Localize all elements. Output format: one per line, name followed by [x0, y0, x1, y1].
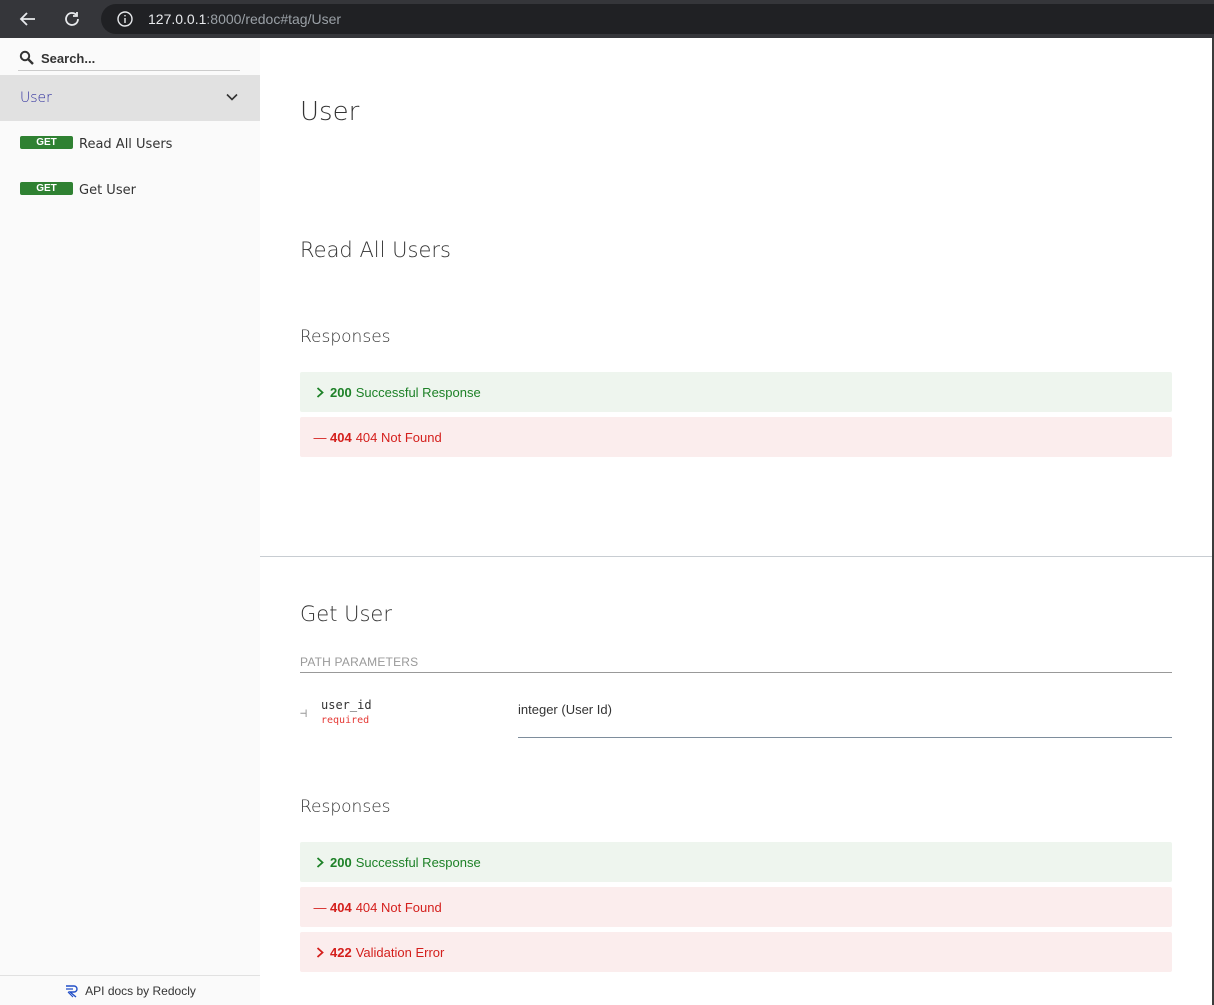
response-code: 200: [330, 384, 352, 400]
sidebar-item-read-all-users[interactable]: GET Read All Users: [0, 121, 260, 167]
section-divider: [260, 556, 1212, 557]
response-code: 200: [330, 854, 352, 870]
dash-marker: —: [313, 429, 327, 445]
get-badge: GET: [20, 136, 73, 149]
dash-marker: —: [313, 899, 327, 915]
operation-title: Get User: [300, 602, 392, 626]
redocly-logo-icon: [66, 984, 78, 998]
response-code: 422: [330, 944, 352, 960]
param-type: integer (User Id): [518, 702, 1172, 738]
response-text: 404 Not Found: [355, 429, 442, 445]
response-text: Successful Response: [355, 384, 481, 400]
response-404: — 404 404 Not Found: [300, 887, 1172, 927]
response-text: Validation Error: [355, 944, 445, 960]
sidebar-item-user[interactable]: User: [0, 75, 260, 121]
browser-toolbar: 127.0.0.1:8000/redoc#tag/User: [0, 0, 1214, 38]
back-icon[interactable]: [12, 3, 44, 35]
param-required: required: [321, 715, 370, 726]
redocly-footer-link[interactable]: API docs by Redocly: [0, 975, 260, 1005]
url-host: 127.0.0.1: [148, 11, 207, 27]
chevron-right-icon: [312, 856, 328, 868]
redocly-footer-text: API docs by Redocly: [85, 983, 196, 998]
param-tree-icon: ⊣: [300, 706, 308, 720]
response-200[interactable]: 200 Successful Response: [300, 372, 1172, 412]
response-code: 404: [330, 429, 352, 445]
sidebar-item-label: Get User: [79, 182, 136, 198]
get-badge: GET: [20, 182, 73, 195]
search-input[interactable]: [41, 50, 231, 66]
main-content: User Read All Users Responses 200 Succes…: [260, 38, 1212, 1005]
path-parameters-heading: PATH PARAMETERS: [300, 655, 1172, 673]
response-422[interactable]: 422 Validation Error: [300, 932, 1172, 972]
chevron-right-icon: [312, 946, 328, 958]
sidebar-item-label: Read All Users: [79, 136, 173, 152]
response-404: — 404 404 Not Found: [300, 417, 1172, 457]
tag-title: User: [300, 97, 360, 127]
responses-heading: Responses: [300, 797, 391, 817]
url-path: :8000/redoc#tag/User: [206, 11, 342, 27]
sidebar: User GET Read All Users GET Get User API…: [0, 38, 261, 1005]
chevron-down-icon: [226, 93, 238, 101]
search-icon: [19, 50, 34, 65]
site-info-icon[interactable]: [116, 10, 134, 28]
reload-icon[interactable]: [56, 3, 88, 35]
response-text: 404 Not Found: [355, 899, 442, 915]
responses-heading: Responses: [300, 327, 391, 347]
chevron-right-icon: [312, 386, 328, 398]
url-text: 127.0.0.1:8000/redoc#tag/User: [148, 11, 341, 27]
response-text: Successful Response: [355, 854, 481, 870]
sidebar-item-get-user[interactable]: GET Get User: [0, 167, 260, 213]
address-bar[interactable]: 127.0.0.1:8000/redoc#tag/User: [101, 4, 1214, 34]
sidebar-group-label: User: [20, 90, 52, 106]
operation-title: Read All Users: [300, 238, 451, 262]
param-name: user_id: [321, 698, 372, 712]
response-code: 404: [330, 899, 352, 915]
response-200[interactable]: 200 Successful Response: [300, 842, 1172, 882]
search-box: [18, 46, 240, 71]
